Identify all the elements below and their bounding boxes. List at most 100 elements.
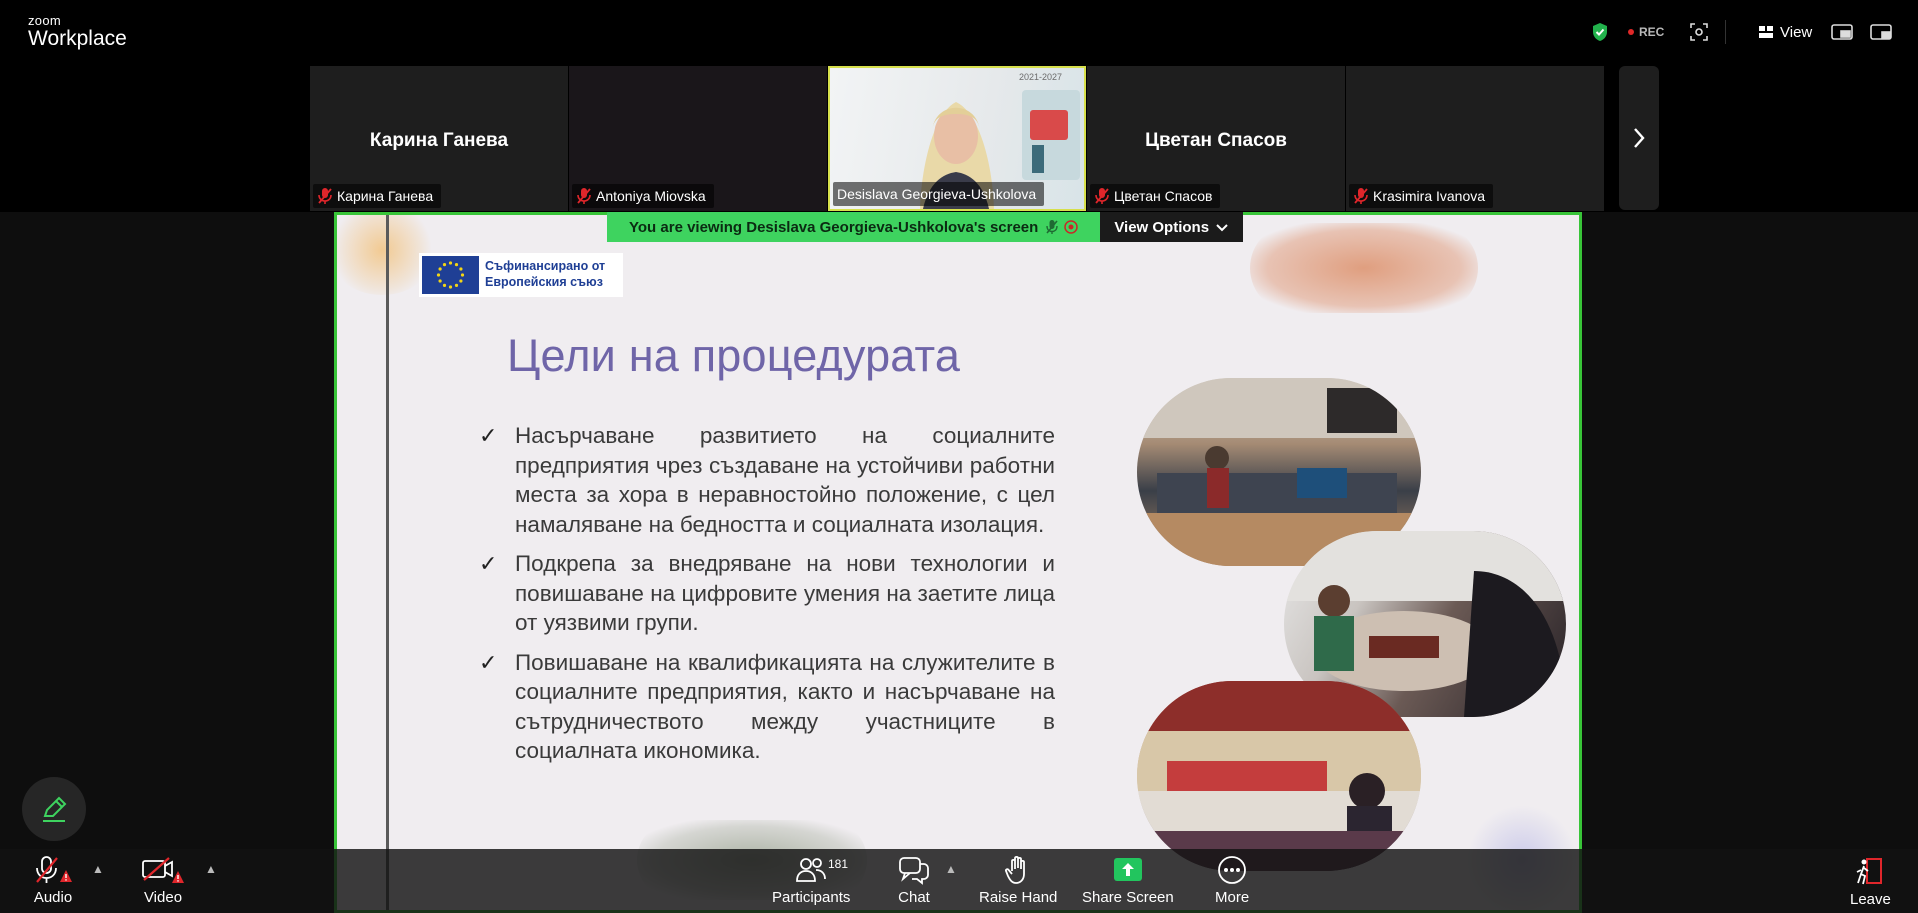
slide-divider-line (386, 215, 389, 910)
participant-big-name: Карина Ганева (369, 130, 509, 151)
audio-button[interactable]: Audio (33, 855, 73, 911)
shared-slide: Съфинансирано от Европейския съюз Цели н… (334, 212, 1582, 913)
pencil-icon (43, 796, 67, 822)
mic-muted-icon (1095, 188, 1109, 204)
participant-tile[interactable]: Krasimira Ivanova (1346, 66, 1604, 211)
participants-icon (796, 858, 827, 882)
share-screen-label: Share Screen (1082, 889, 1174, 906)
bullet-item: ✓ Повишаване на квалификацията на служит… (471, 648, 1055, 766)
check-icon: ✓ (479, 649, 498, 675)
participant-strip: Карина Ганева Карина Ганева Antoniya Mio… (0, 64, 1918, 212)
shared-screen-area: Съфинансирано от Европейския съюз Цели н… (0, 212, 1918, 913)
hand-icon (1005, 855, 1026, 884)
bullet-text: Насърчаване развитието на социалните пре… (515, 423, 1055, 537)
participant-name-tag: Цветан Спасов (1090, 184, 1221, 208)
view-options-label: View Options (1114, 218, 1210, 236)
top-bar: zoom Workplace REC View (0, 0, 1918, 64)
check-icon: ✓ (479, 423, 498, 448)
view-button[interactable]: View (1758, 22, 1812, 42)
chat-icon (899, 857, 929, 885)
view-label: View (1780, 23, 1813, 41)
participant-tile-active-speaker[interactable]: 2021-2027 Desislava Georgieva-Ushkolova (828, 66, 1086, 211)
eu-cofunded-logo: Съфинансирано от Европейския съюз (419, 253, 623, 297)
chat-label: Chat (898, 889, 930, 906)
participant-tile[interactable]: Цветан Спасов Цветан Спасов (1087, 66, 1345, 211)
video-button[interactable]: Video (141, 855, 185, 911)
chat-options-caret[interactable]: ▲ (945, 862, 957, 876)
participants-label: Participants (772, 889, 851, 906)
chevron-right-icon (1634, 128, 1645, 148)
viewing-text: You are viewing Desislava Georgieva-Ushk… (629, 218, 1039, 236)
bullet-text: Подкрепа за внедряване на нови технологи… (515, 551, 1055, 635)
raise-hand-label: Raise Hand (979, 889, 1058, 906)
minimize-icon[interactable] (1870, 22, 1892, 42)
camera-off-icon (142, 857, 184, 883)
focus-icon[interactable] (1689, 22, 1709, 42)
audio-options-caret[interactable]: ▲ (92, 862, 104, 876)
eu-logo-line1: Съфинансирано от (485, 259, 606, 274)
brand-top: zoom (28, 13, 61, 28)
viewing-label: You are viewing Desislava Georgieva-Ushk… (607, 212, 1101, 242)
recording-indicator[interactable]: REC (1628, 22, 1664, 42)
more-icon (1218, 856, 1246, 884)
bullet-item: ✓ Подкрепа за внедряване на нови техноло… (471, 549, 1055, 638)
view-options-button[interactable]: View Options (1100, 212, 1244, 242)
annotate-button[interactable] (22, 777, 86, 841)
eu-flag-icon (422, 256, 479, 294)
participant-big-name: Цветан Спасов (1145, 130, 1287, 151)
leave-label: Leave (1850, 891, 1891, 908)
slide-title: Цели на процедурата (507, 330, 961, 381)
video-options-caret[interactable]: ▲ (205, 862, 217, 876)
mic-muted-icon (1046, 220, 1059, 234)
background-poster (1022, 90, 1080, 180)
more-button[interactable]: More (1215, 855, 1249, 911)
participant-name: Цветан Спасов (1114, 188, 1213, 204)
leave-button[interactable]: Leave (1850, 857, 1891, 913)
stop-indicator-icon (1064, 220, 1079, 234)
shield-icon[interactable] (1591, 22, 1609, 42)
participant-name-tag: Antoniya Miovska (572, 184, 714, 208)
recording-dot (1628, 29, 1634, 35)
poster-text: 2021-2027 (1018, 72, 1062, 82)
eu-logo-line2: Европейския съюз (485, 275, 603, 289)
next-page-button[interactable] (1619, 66, 1659, 210)
leave-icon (1857, 858, 1883, 885)
participant-name: Krasimira Ivanova (1373, 188, 1486, 204)
app-logo: zoom Workplace (28, 14, 127, 49)
audio-label: Audio (33, 889, 73, 906)
mic-muted-icon (318, 188, 332, 204)
video-label: Video (143, 889, 183, 906)
grid-icon (1759, 26, 1773, 38)
participant-name-tag: Desislava Georgieva-Ushkolova (833, 182, 1045, 206)
more-label: More (1215, 889, 1250, 906)
meeting-toolbar: Audio ▲ Video ▲ Participants 181 Chat ▲ … (0, 849, 1918, 913)
bullet-item: ✓ Насърчаване развитието на социалните п… (471, 421, 1055, 539)
screen-share-banner: You are viewing Desislava Georgieva-Ushk… (607, 212, 1244, 242)
eu-logo-text: Съфинансирано от Европейския съюз (485, 259, 605, 290)
participant-name: Карина Ганева (337, 188, 434, 204)
chat-button[interactable]: Chat (898, 855, 930, 911)
decor-splash (1250, 223, 1478, 313)
participant-name-tag: Карина Ганева (313, 184, 442, 208)
mic-muted-icon (36, 856, 72, 883)
participant-tile[interactable]: Карина Ганева Карина Ганева (310, 66, 568, 211)
mic-muted-icon (577, 188, 591, 204)
brand-bottom: Workplace (28, 27, 127, 50)
chevron-down-icon (1216, 223, 1228, 231)
participant-name: Antoniya Miovska (596, 188, 706, 204)
share-arrow-icon (1113, 858, 1142, 881)
participant-name-tag: Krasimira Ivanova (1349, 184, 1494, 208)
bullet-list: ✓ Насърчаване развитието на социалните п… (471, 421, 1055, 776)
mic-muted-icon (1354, 188, 1368, 204)
photo-market (1137, 681, 1421, 871)
bullet-text: Повишаване на квалификацията на служител… (515, 649, 1055, 764)
pip-icon[interactable] (1831, 22, 1853, 42)
recording-label: REC (1639, 25, 1665, 39)
topbar-divider (1725, 20, 1726, 44)
participant-tile[interactable]: Antoniya Miovska (569, 66, 827, 211)
raise-hand-button[interactable]: Raise Hand (979, 855, 1057, 911)
check-icon: ✓ (479, 551, 498, 576)
share-screen-button[interactable]: Share Screen (1082, 855, 1174, 911)
participant-name: Desislava Georgieva-Ushkolova (837, 186, 1037, 202)
participants-count: 181 (828, 857, 849, 871)
